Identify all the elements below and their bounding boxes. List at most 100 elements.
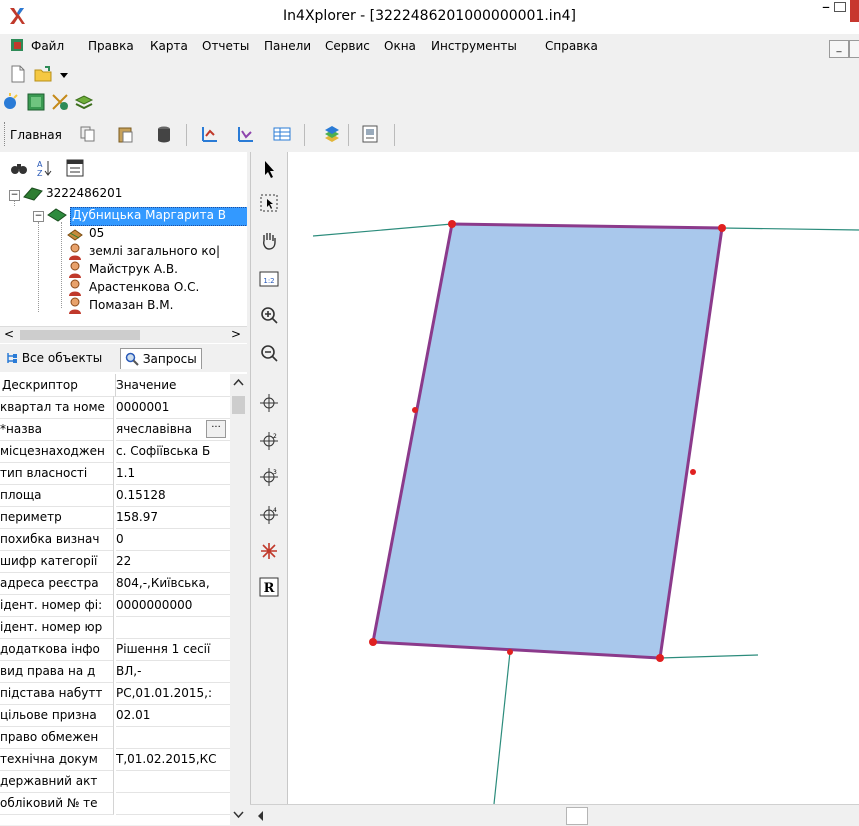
crosshair-1-icon[interactable] <box>258 392 280 414</box>
descriptor-cell[interactable]: вид права на д <box>0 660 114 683</box>
descriptor-cell[interactable]: *назва <box>0 418 114 441</box>
descriptor-cell[interactable]: державний акт <box>0 770 114 793</box>
tree-child-label[interactable]: Арастенкова О.С. <box>89 280 199 294</box>
table-row[interactable]: квартал та номе 0000001 <box>0 396 230 419</box>
column-header-value[interactable]: Значение <box>116 374 230 397</box>
tab-queries[interactable]: Запросы <box>120 348 202 369</box>
table-row[interactable]: похибка визнач 0 <box>0 528 230 551</box>
select-box-icon[interactable] <box>258 192 280 214</box>
descriptor-cell[interactable]: підстава набутт <box>0 682 114 705</box>
descriptor-cell[interactable]: обліковий № те <box>0 792 114 815</box>
map-view-icon[interactable] <box>26 92 46 112</box>
menu-edit[interactable]: Правка <box>88 39 134 53</box>
table-row[interactable]: шифр категорії 22 <box>0 550 230 573</box>
polyline-icon[interactable] <box>236 124 256 144</box>
table-row[interactable]: ідент. номер юр <box>0 616 230 639</box>
paste-icon[interactable] <box>116 124 136 144</box>
value-cell[interactable] <box>116 792 230 815</box>
value-cell[interactable]: ВЛ,- <box>116 660 230 683</box>
descriptor-cell[interactable]: ідент. номер юр <box>0 616 114 639</box>
value-cell[interactable] <box>116 770 230 793</box>
binoculars-icon[interactable] <box>10 160 28 176</box>
arrow-select-icon[interactable] <box>258 158 280 180</box>
table-row[interactable]: державний акт <box>0 770 230 793</box>
value-cell[interactable]: 0 <box>116 528 230 551</box>
tree-horizontal-scrollbar[interactable]: < > <box>0 326 247 343</box>
table-icon[interactable] <box>272 124 292 144</box>
value-cell[interactable]: РС,01.01.2015,: <box>116 682 230 705</box>
value-cell[interactable]: 0.15128 <box>116 484 230 507</box>
tree-expander[interactable]: − <box>33 211 44 222</box>
table-row[interactable]: вид права на д ВЛ,- <box>0 660 230 683</box>
mdi-restore-button[interactable] <box>849 40 859 58</box>
descriptor-cell[interactable]: право обмежен <box>0 726 114 749</box>
close-button[interactable] <box>850 0 859 22</box>
value-cell[interactable]: 158.97 <box>116 506 230 529</box>
value-cell[interactable]: Рішення 1 сесії <box>116 638 230 661</box>
tree-owner-label[interactable]: Дубницька Маргарита В <box>72 208 226 222</box>
descriptor-cell[interactable]: тип власності <box>0 462 114 485</box>
layer-stack-icon[interactable] <box>322 124 342 144</box>
properties-icon[interactable] <box>66 159 84 177</box>
tree-child-label[interactable]: Майструк А.В. <box>89 262 178 276</box>
descriptor-cell[interactable]: технічна докум <box>0 748 114 771</box>
scroll-thumb[interactable] <box>232 396 245 414</box>
descriptor-cell[interactable]: периметр <box>0 506 114 529</box>
crosshair-2-icon[interactable]: 2 <box>258 430 280 452</box>
value-cell[interactable] <box>116 726 230 749</box>
descriptor-cell[interactable]: площа <box>0 484 114 507</box>
value-cell[interactable]: 0000001 <box>116 396 230 419</box>
scroll-down-icon[interactable] <box>233 811 244 819</box>
value-cell[interactable]: 02.01 <box>116 704 230 727</box>
descriptor-cell[interactable]: цільове призна <box>0 704 114 727</box>
add-layer-icon[interactable] <box>2 92 22 112</box>
scroll-thumb[interactable] <box>566 807 588 825</box>
value-cell[interactable]: 22 <box>116 550 230 573</box>
print-map-icon[interactable] <box>360 124 380 144</box>
table-row[interactable]: технічна докум Т,01.02.2015,КС <box>0 748 230 771</box>
table-row[interactable]: ідент. номер фі: 0000000000 <box>0 594 230 617</box>
value-cell[interactable]: Т,01.02.2015,КС <box>116 748 230 771</box>
table-row[interactable]: право обмежен <box>0 726 230 749</box>
value-cell[interactable] <box>116 616 230 639</box>
table-row[interactable]: площа 0.15128 <box>0 484 230 507</box>
crosshair-4-icon[interactable]: 4 <box>258 504 280 526</box>
parcel-vertex[interactable] <box>718 224 726 232</box>
tab-all-objects[interactable]: Все объекты <box>2 348 106 368</box>
land-parcel[interactable] <box>371 222 724 660</box>
scroll-left-icon[interactable]: < <box>4 327 14 341</box>
r-button-icon[interactable]: R <box>258 576 280 598</box>
menu-help[interactable]: Справка <box>545 39 598 53</box>
copy-icon[interactable] <box>78 124 98 144</box>
crosshair-3-icon[interactable]: 3 <box>258 466 280 488</box>
column-header-descriptor[interactable]: Дескриптор <box>0 374 116 397</box>
value-cell[interactable]: с. Софіївська Б <box>116 440 230 463</box>
pan-hand-icon[interactable] <box>258 230 280 252</box>
zoom-in-icon[interactable] <box>258 304 280 326</box>
table-row[interactable]: цільове призна 02.01 <box>0 704 230 727</box>
descriptor-cell[interactable]: квартал та номе <box>0 396 114 419</box>
mdi-minimize-button[interactable]: _ <box>829 40 849 58</box>
parcel-vertex[interactable] <box>412 407 418 413</box>
maximize-button[interactable] <box>832 0 850 14</box>
table-row[interactable]: підстава набутт РС,01.01.2015,: <box>0 682 230 705</box>
descriptor-cell[interactable]: місцезнаходжен <box>0 440 114 463</box>
descriptor-cell[interactable]: ідент. номер фі: <box>0 594 114 617</box>
ellipsis-button[interactable]: ··· <box>206 420 226 438</box>
table-row[interactable]: тип власності 1.1 <box>0 462 230 485</box>
database-icon[interactable] <box>154 124 174 144</box>
descriptor-cell[interactable]: адреса реєстра <box>0 572 114 595</box>
scroll-left-icon[interactable] <box>256 810 266 822</box>
table-row[interactable]: *назва ячеславівна ··· <box>0 418 230 441</box>
menu-map[interactable]: Карта <box>150 39 188 53</box>
value-cell[interactable]: 1.1 <box>116 462 230 485</box>
dropdown-arrow-icon[interactable] <box>58 64 70 84</box>
layers-icon[interactable] <box>74 92 94 112</box>
menu-panels[interactable]: Панели <box>264 39 311 53</box>
open-folder-icon[interactable] <box>33 64 53 84</box>
menu-windows[interactable]: Окна <box>384 39 416 53</box>
new-document-icon[interactable] <box>8 64 28 84</box>
parcel-vertex[interactable] <box>690 469 696 475</box>
table-row[interactable]: обліковий № те <box>0 792 230 815</box>
value-cell[interactable]: 804,-,Київська, <box>116 572 230 595</box>
